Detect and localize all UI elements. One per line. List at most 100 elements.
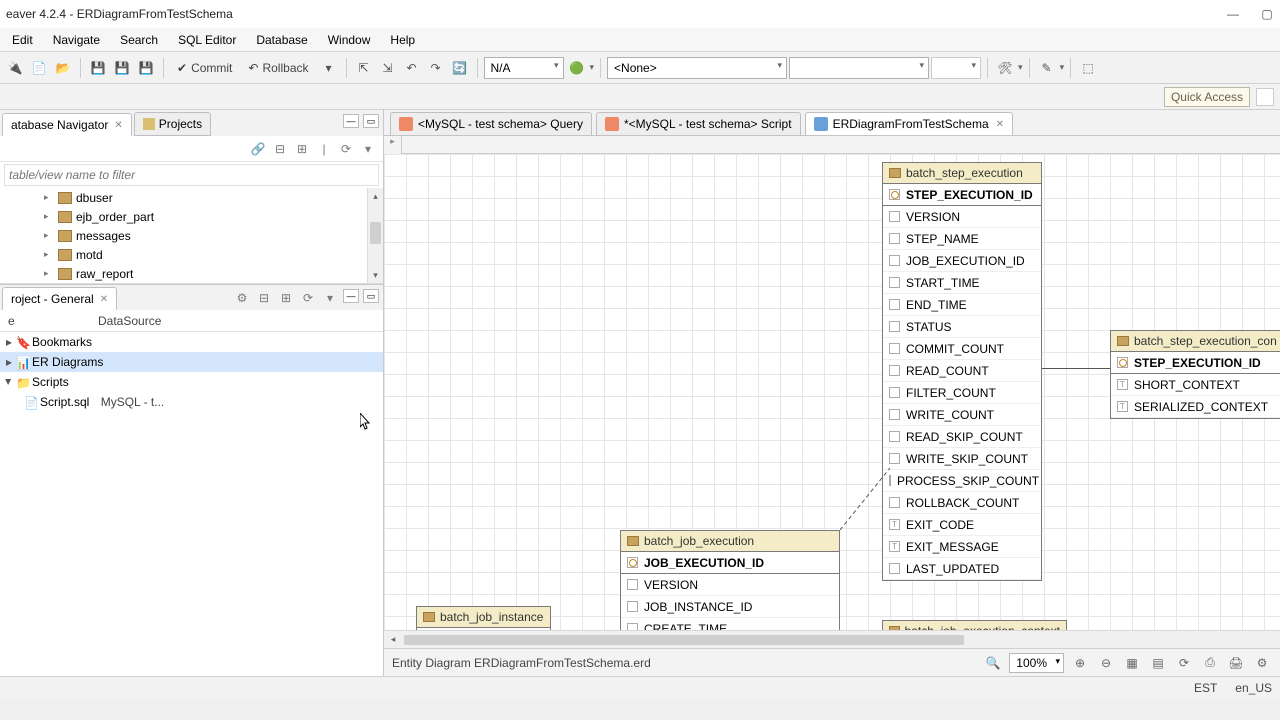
open-icon[interactable]: 📂 <box>52 57 74 79</box>
tool-a-icon[interactable]: 🛠 <box>994 57 1016 79</box>
col-name[interactable]: e <box>0 312 90 330</box>
menu-sql-editor[interactable]: SQL Editor <box>168 29 246 51</box>
save-all-icon[interactable]: 💾 <box>111 57 133 79</box>
proj-item-scripts[interactable]: ▸📁Scripts <box>0 372 383 392</box>
tab-projects[interactable]: Projects <box>134 112 211 136</box>
autocommit-combo[interactable]: N/A <box>484 57 564 79</box>
txn-dropdown-icon[interactable]: ▾ <box>318 57 340 79</box>
table-icon <box>423 612 435 622</box>
minimize-button[interactable]: — <box>1226 7 1240 21</box>
table-icon <box>58 230 72 242</box>
export-icon[interactable]: ⇱ <box>353 57 375 79</box>
quick-access-button[interactable]: Quick Access <box>1164 87 1250 107</box>
proj-item-script-file[interactable]: 📄 Script.sql MySQL - t... <box>0 392 383 412</box>
perspective-icon[interactable] <box>1256 88 1274 106</box>
menu-navigate[interactable]: Navigate <box>43 29 110 51</box>
close-icon[interactable]: ✕ <box>100 294 108 305</box>
title-bar: eaver 4.2.4 - ERDiagramFromTestSchema — … <box>0 0 1280 28</box>
expand-icon[interactable]: ⊞ <box>293 140 311 158</box>
zoom-combo[interactable]: 100% <box>1009 653 1064 673</box>
filter-input[interactable] <box>4 164 379 186</box>
menu-window[interactable]: Window <box>318 29 381 51</box>
settings-icon[interactable]: ⚙ <box>1252 653 1272 673</box>
save-icon[interactable]: 💾 <box>87 57 109 79</box>
menu-database[interactable]: Database <box>246 29 317 51</box>
key-icon <box>627 557 638 568</box>
project-columns: e DataSource <box>0 310 383 332</box>
rollback-button[interactable]: ↶ Rollback <box>241 58 315 78</box>
link-icon[interactable]: 🔗 <box>249 140 267 158</box>
tree-item-raw-report[interactable]: ▸raw_report <box>0 264 383 283</box>
zoom-in-icon[interactable]: ⊕ <box>1070 653 1090 673</box>
grid-icon[interactable]: ▤ <box>1148 653 1168 673</box>
close-icon[interactable]: ✕ <box>996 119 1004 130</box>
table-icon <box>627 536 639 546</box>
refresh-icon[interactable]: 🔄 <box>449 57 471 79</box>
bookmark-icon: 🔖 <box>16 336 28 348</box>
maximize-button[interactable]: ▢ <box>1260 7 1274 21</box>
export-icon[interactable]: ⎙ <box>1200 653 1220 673</box>
refresh-icon[interactable]: ⟳ <box>1174 653 1194 673</box>
menu-search[interactable]: Search <box>110 29 168 51</box>
close-icon[interactable]: ✕ <box>114 120 122 131</box>
undo-icon[interactable]: ↶ <box>401 57 423 79</box>
tree-scrollbar[interactable]: ▴▾ <box>367 188 383 283</box>
editor-tab-query[interactable]: <MySQL - test schema> Query <box>390 112 592 135</box>
column-icon <box>889 431 900 442</box>
maximize-view-button[interactable]: ▭ <box>363 114 379 128</box>
editor-area: <MySQL - test schema> Query *<MySQL - te… <box>384 110 1280 676</box>
tree-item-dbuser[interactable]: ▸dbuser <box>0 188 383 207</box>
layout-icon[interactable]: ▦ <box>1122 653 1142 673</box>
new-sql-icon[interactable]: 📄 <box>28 57 50 79</box>
collapse-icon[interactable]: ⊟ <box>271 140 289 158</box>
minimize-view-button[interactable]: — <box>343 289 359 303</box>
gear-icon[interactable]: ⚙ <box>233 289 251 307</box>
import-icon[interactable]: ⇲ <box>377 57 399 79</box>
zoom-out-icon[interactable]: ⊖ <box>1096 653 1116 673</box>
diagram-canvas[interactable]: ▸ batch_step_execution STEP_EXECUTION_ID… <box>384 136 1280 648</box>
editor-tab-script[interactable]: *<MySQL - test schema> Script <box>596 112 801 135</box>
entity-batch-step-execution-context[interactable]: batch_step_execution_con STEP_EXECUTION_… <box>1110 330 1280 419</box>
refresh-icon[interactable]: ⟳ <box>299 289 317 307</box>
tree-item-messages[interactable]: ▸messages <box>0 226 383 245</box>
tool-c-icon[interactable]: ⬚ <box>1077 57 1099 79</box>
column-icon <box>627 579 638 590</box>
menu-icon[interactable]: ▾ <box>359 140 377 158</box>
redo-icon[interactable]: ↷ <box>425 57 447 79</box>
menu-icon[interactable]: ▾ <box>321 289 339 307</box>
collapse-icon[interactable]: ⊟ <box>255 289 273 307</box>
column-icon <box>627 601 638 612</box>
datasource-combo[interactable]: <None> <box>607 57 787 79</box>
status-locale: en_US <box>1235 681 1272 695</box>
commit-button[interactable]: ✔ Commit <box>170 58 239 78</box>
tree-item-motd[interactable]: ▸motd <box>0 245 383 264</box>
save-as-icon[interactable]: 💾 <box>135 57 157 79</box>
connect-icon[interactable]: 🟢 <box>566 57 588 79</box>
refresh-icon[interactable]: ⟳ <box>337 140 355 158</box>
column-icon <box>889 365 900 376</box>
maximize-view-button[interactable]: ▭ <box>363 289 379 303</box>
tab-database-navigator[interactable]: atabase Navigator✕ <box>2 113 132 136</box>
menu-edit[interactable]: Edit <box>2 29 43 51</box>
zoom-fit-icon[interactable]: 🔍 <box>983 653 1003 673</box>
entity-batch-step-execution[interactable]: batch_step_execution STEP_EXECUTION_ID V… <box>882 162 1042 581</box>
proj-item-er-diagrams[interactable]: ▸📊ER Diagrams <box>0 352 383 372</box>
tree-item-ejb-order-part[interactable]: ▸ejb_order_part <box>0 207 383 226</box>
expand-icon[interactable]: ⊞ <box>277 289 295 307</box>
canvas-hscrollbar[interactable]: ◂ <box>384 630 1280 648</box>
new-connection-icon[interactable]: 🔌 <box>4 57 26 79</box>
diagram-icon <box>814 117 828 131</box>
proj-item-bookmarks[interactable]: ▸🔖Bookmarks <box>0 332 383 352</box>
print-icon[interactable]: 🖨 <box>1226 653 1246 673</box>
tab-project-general[interactable]: roject - General✕ <box>2 287 117 310</box>
col-datasource[interactable]: DataSource <box>90 312 169 330</box>
ruler-horizontal <box>402 136 1280 154</box>
entity-batch-job-execution[interactable]: batch_job_execution JOB_EXECUTION_ID VER… <box>620 530 840 641</box>
editor-tab-er-diagram[interactable]: ERDiagramFromTestSchema ✕ <box>805 112 1013 135</box>
table-icon <box>58 249 72 261</box>
minimize-view-button[interactable]: — <box>343 114 359 128</box>
schema-combo[interactable] <box>789 57 929 79</box>
tool-b-icon[interactable]: ✎ <box>1036 57 1058 79</box>
extra-combo[interactable] <box>931 57 981 79</box>
menu-help[interactable]: Help <box>380 29 425 51</box>
